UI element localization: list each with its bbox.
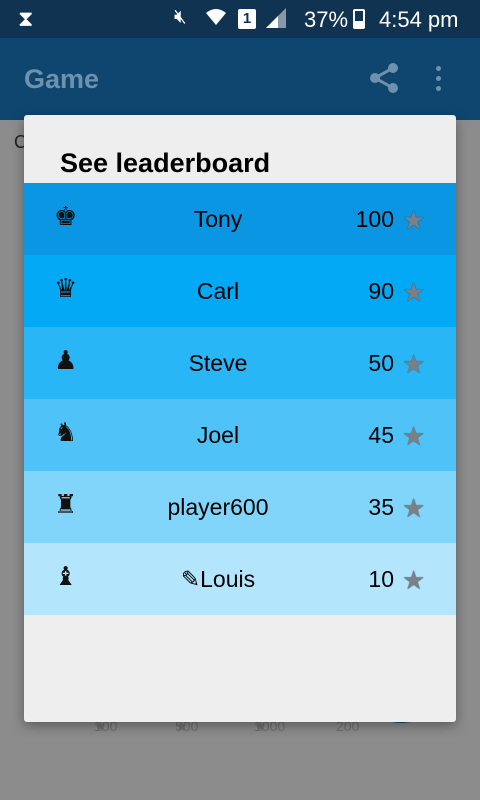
star-icon: ★ [402,205,426,235]
battery-percentage: 37% [304,7,349,32]
player-name: Joel [196,422,240,448]
player-score: 35 [368,494,394,520]
leaderboard-row[interactable]: ♝ ✎Louis 10 ★ [24,543,456,615]
leaderboard-row[interactable]: ♚ Tony 100 ★ [24,183,456,255]
status-clock: 4:54 pm [379,7,459,32]
leaderboard-row[interactable]: ♟ Steve 50 ★ [24,327,456,399]
leaderboard-row[interactable]: ♜ player600 35 ★ [24,471,456,543]
player-score: 10 [368,566,394,592]
mute-icon: 🔇︎ [174,6,187,28]
dialog-title: See leaderboard [60,148,271,178]
player-name: Steve [188,350,248,376]
player-name: Tony [193,206,243,232]
wifi-icon [204,5,228,35]
star-icon: ★ [402,421,426,451]
player-score: 45 [368,422,394,448]
player-name: ✎Louis [180,566,256,592]
app-title: Game [24,64,100,94]
star-icon: ★ [402,349,426,379]
more-vert-icon[interactable] [434,66,442,96]
leaderboard-dialog: See leaderboard ♚ Tony 100 ★ ♛ Carl 90 ★… [24,115,456,722]
player-score: 100 [355,206,394,232]
chess-king-icon: ♚ [54,201,78,231]
leaderboard-list: ♚ Tony 100 ★ ♛ Carl 90 ★ ♟ Steve 50 ★ ♞ … [24,183,456,615]
share-icon[interactable] [366,60,402,96]
chess-knight-icon: ♞ [54,417,78,447]
star-icon: ★ [402,565,426,595]
status-bar: ⧗ 🔇︎ 1 37% 4:54 pm [0,0,480,38]
player-name: player600 [167,494,269,520]
star-icon: ★ [402,277,426,307]
battery-icon [353,9,365,29]
chess-pawn-icon: ♟ [54,345,78,375]
player-score: 90 [368,278,394,304]
leaderboard-row[interactable]: ♞ Joel 45 ★ [24,399,456,471]
player-name: Carl [196,278,240,304]
chess-queen-icon: ♛ [54,273,78,303]
chess-bishop-icon: ♝ [54,561,78,591]
app-bar: Game [0,38,480,120]
leaderboard-row[interactable]: ♛ Carl 90 ★ [24,255,456,327]
sim-icon: 1 [238,9,256,29]
star-icon: ★ [402,493,426,523]
signal-icon [264,6,288,36]
chess-rook-icon: ♜ [54,489,78,519]
player-score: 50 [368,350,394,376]
hourglass-icon: ⧗ [18,6,34,31]
